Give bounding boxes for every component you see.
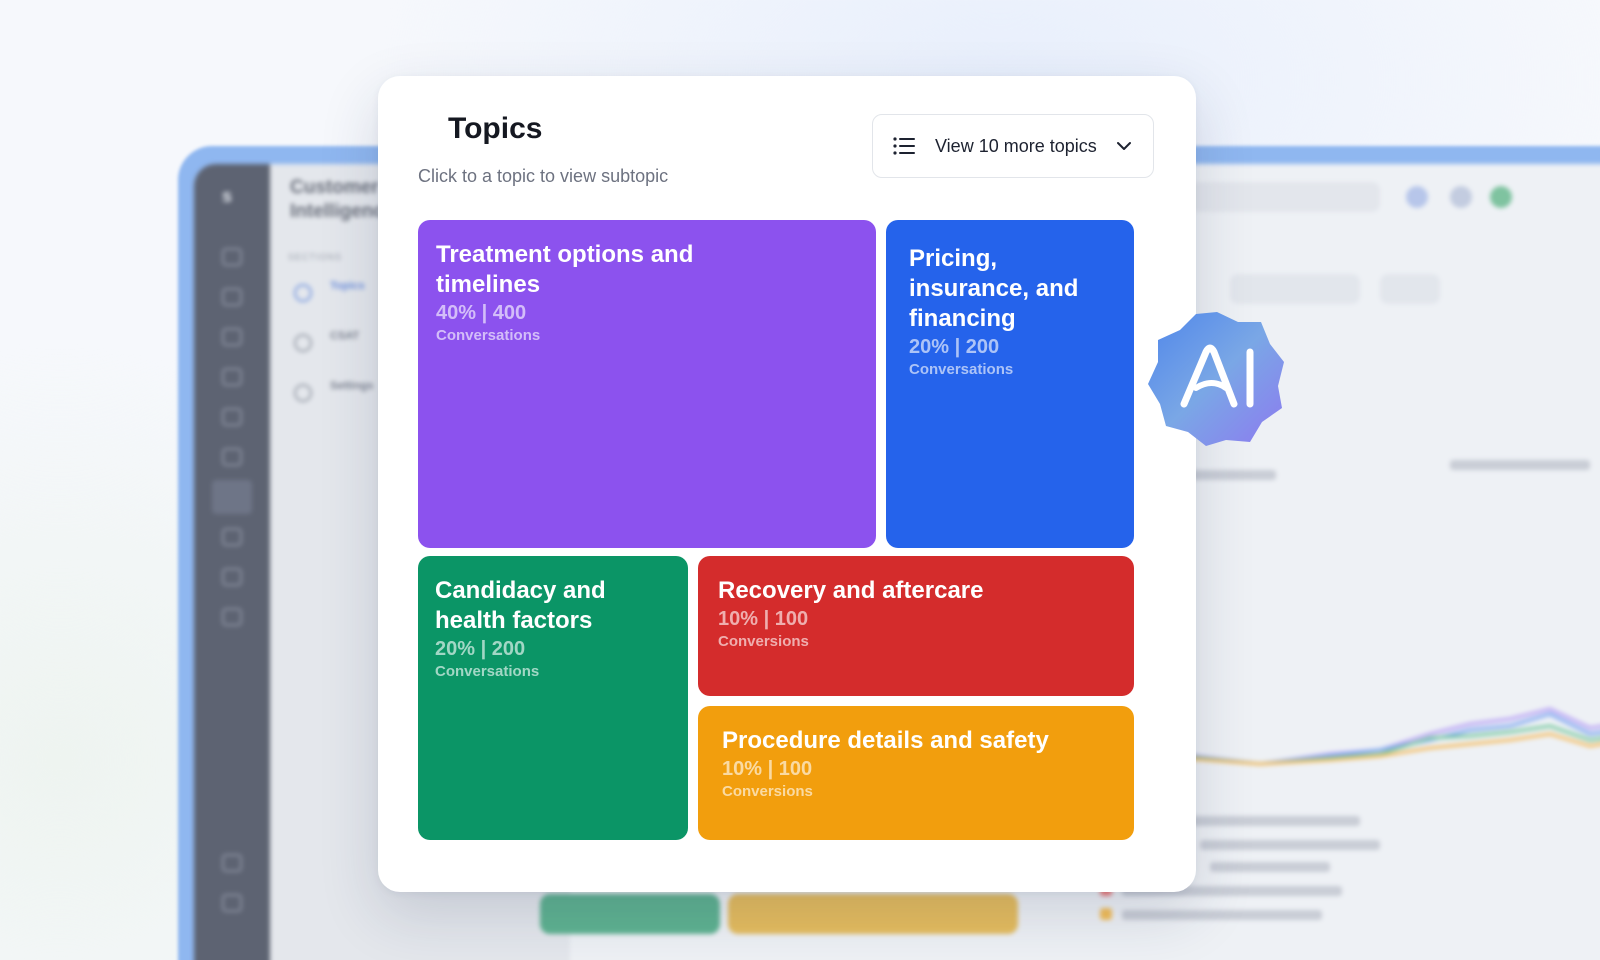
topic-name: Recovery and aftercare: [718, 577, 984, 604]
topic-unit: Conversations: [909, 361, 1014, 378]
background-tile-yellow: [728, 894, 1018, 934]
topic-name: Procedure details and safety: [722, 727, 1049, 754]
topic-name: Pricing, insurance, and financing: [909, 245, 1079, 332]
topic-name: Candidacy and health factors: [435, 577, 606, 634]
background-app-title: Customer Intelligence: [290, 177, 395, 222]
ai-badge-icon: [1148, 312, 1284, 446]
card-subtitle: Click to a topic to view subtopic: [418, 166, 669, 186]
background-avatar: [1490, 186, 1512, 208]
background-legend-label: [1180, 816, 1360, 826]
topic-tile-pricing[interactable]: Pricing, insurance, and financing 20% | …: [886, 220, 1134, 548]
rail-star-icon: [222, 408, 242, 426]
rail-box-icon: [222, 608, 242, 626]
rail-bulb-icon: [212, 480, 252, 514]
topic-stat: 10% | 100: [718, 608, 809, 630]
background-icon-rail: s: [194, 164, 270, 960]
topic-stat: 10% | 100: [722, 758, 813, 780]
background-nav-topics: Topics: [330, 280, 365, 292]
topic-unit: Conversations: [435, 663, 540, 680]
background-nav-settings: Settings: [330, 380, 374, 392]
topic-tile-treatment-options[interactable]: Treatment options and timelines 40% | 40…: [418, 220, 876, 548]
background-user-icon: [1406, 186, 1428, 208]
gear-icon: [294, 384, 312, 402]
view-more-topics-label: View 10 more topics: [935, 135, 1097, 156]
rail-apps-icon: [222, 894, 242, 912]
background-tile-green: [540, 894, 720, 934]
topic-unit: Conversations: [436, 327, 541, 344]
topic-tile-recovery[interactable]: Recovery and aftercare 10% | 100 Convers…: [698, 556, 1134, 696]
background-legend-label: [1122, 910, 1322, 920]
list-icon: [893, 137, 915, 155]
rail-database-icon: [222, 528, 242, 546]
topic-tile-procedure[interactable]: Procedure details and safety 10% | 100 C…: [698, 706, 1134, 840]
topic-unit: Conversions: [722, 783, 813, 800]
rail-cart-icon: [222, 568, 242, 586]
topic-unit: Conversions: [718, 633, 809, 650]
background-bell-icon: [1450, 186, 1472, 208]
chevron-down-icon: [1116, 142, 1131, 150]
topic-stat: 40% | 400: [436, 302, 527, 324]
topic-stat: 20% | 200: [435, 638, 526, 660]
rail-layout-icon: [222, 368, 242, 386]
card-title: Topics: [448, 112, 543, 145]
topic-tile-candidacy[interactable]: Candidacy and health factors 20% | 200 C…: [418, 556, 688, 840]
topics-card: Topics Click to a topic to view subtopic…: [378, 76, 1196, 892]
app-logo: s: [222, 186, 233, 206]
background-section-label: SECTIONS: [288, 252, 343, 262]
background-legend-label: [1210, 862, 1330, 872]
background-search-box: [1190, 182, 1380, 212]
chat-icon: [294, 284, 312, 302]
view-more-topics-button[interactable]: View 10 more topics: [872, 114, 1154, 178]
topic-stat: 20% | 200: [909, 336, 1000, 358]
background-legend-label: [1200, 840, 1380, 850]
rail-grid-icon: [222, 288, 242, 306]
thumbs-up-icon: [294, 334, 312, 352]
background-filter-pill: [1230, 274, 1360, 304]
rail-chart-icon: [222, 448, 242, 466]
background-reset-pill: [1380, 274, 1440, 304]
rail-stats-icon: [222, 854, 242, 872]
background-nav-csat: CSAT: [330, 330, 360, 342]
rail-chat-icon: [222, 328, 242, 346]
background-legend-dot: [1100, 908, 1112, 920]
topic-name: Treatment options and timelines: [436, 241, 694, 298]
rail-home-icon: [222, 248, 242, 266]
